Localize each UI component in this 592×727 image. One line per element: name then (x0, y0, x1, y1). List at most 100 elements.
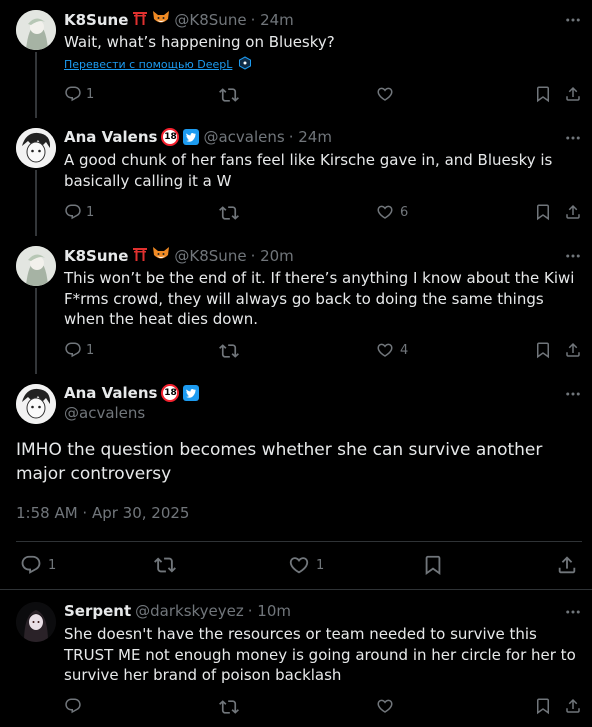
repost-button[interactable] (219, 203, 239, 227)
author-name[interactable]: Serpent (64, 602, 131, 620)
more-icon[interactable] (563, 602, 583, 622)
share-icon (564, 697, 582, 715)
share-button[interactable] (564, 697, 582, 719)
post-timestamp[interactable]: 1:58 AM · Apr 30, 2025 (16, 504, 189, 522)
author-name[interactable]: K8Sune (64, 247, 128, 265)
translate-link[interactable]: Перевести с помощью DeepL (64, 58, 232, 71)
like-icon (376, 85, 394, 103)
share-icon (556, 554, 578, 576)
adult-18-badge: 18 (161, 128, 180, 146)
avatar[interactable] (16, 10, 56, 50)
author-handle[interactable]: @acvalens (64, 404, 145, 422)
like-button[interactable] (376, 85, 394, 107)
avatar[interactable] (16, 602, 56, 642)
repost-button[interactable] (154, 554, 176, 580)
bookmark-icon (422, 554, 444, 576)
more-icon[interactable] (563, 384, 583, 404)
post-time[interactable]: · 24m (251, 11, 294, 29)
twitter-bird-icon (183, 385, 200, 401)
reply-button[interactable] (64, 697, 82, 719)
author-name[interactable]: Ana Valens (64, 384, 157, 402)
like-count: 4 (400, 342, 409, 358)
share-icon (564, 85, 582, 103)
author-handle[interactable]: @K8Sune (174, 11, 246, 29)
reply-button[interactable]: 1 (64, 85, 94, 103)
action-bar: 1 4 (64, 341, 582, 361)
like-button[interactable] (376, 697, 394, 719)
share-button[interactable] (564, 203, 582, 225)
share-button[interactable] (564, 85, 582, 107)
share-button[interactable] (556, 554, 578, 580)
like-button[interactable]: 6 (376, 203, 408, 221)
bookmark-button[interactable] (534, 203, 552, 225)
reply-button[interactable]: 1 (64, 203, 94, 221)
reply-count: 1 (86, 204, 95, 220)
author-handle[interactable]: @darkskyeyez (135, 602, 244, 620)
bookmark-button[interactable] (534, 697, 552, 719)
post-text: She doesn't have the resources or team n… (64, 625, 576, 684)
bookmark-icon (534, 697, 552, 715)
avatar[interactable] (16, 128, 56, 168)
bookmark-icon (534, 85, 552, 103)
post-time[interactable]: · 24m (289, 128, 332, 146)
author-name[interactable]: K8Sune (64, 11, 128, 29)
author-handle[interactable]: @acvalens (203, 128, 284, 146)
repost-button[interactable] (219, 85, 239, 109)
fox-face-icon (152, 246, 170, 266)
main-post-header: Ana Valens 18 (64, 384, 200, 402)
more-icon[interactable] (563, 128, 583, 148)
repost-icon (219, 203, 239, 223)
more-icon[interactable] (563, 246, 583, 266)
like-button[interactable]: 1 (288, 554, 324, 576)
main-post-text: IMHO the question becomes whether she ca… (16, 440, 543, 484)
repost-icon (219, 697, 239, 717)
repost-icon (154, 554, 176, 576)
author-name[interactable]: Ana Valens (64, 128, 157, 146)
torii-gate-icon (132, 10, 148, 30)
like-count: 1 (316, 557, 325, 573)
share-icon (564, 203, 582, 221)
thread-line (35, 288, 37, 374)
bookmark-button[interactable] (422, 554, 444, 580)
avatar[interactable] (16, 246, 56, 286)
avatar[interactable] (16, 384, 56, 424)
reply-icon (64, 203, 82, 221)
reply-header: K8Sune @K8Sune · 20m (64, 246, 294, 266)
translate-row[interactable]: Перевести с помощью DeepL (64, 55, 252, 74)
like-count: 6 (400, 204, 409, 220)
main-action-bar: 1 1 (16, 554, 582, 578)
repost-button[interactable] (219, 697, 239, 721)
torii-gate-icon (132, 246, 148, 266)
more-icon[interactable] (563, 10, 583, 30)
like-icon (376, 697, 394, 715)
reply-header: Serpent @darkskyeyez · 10m (64, 602, 291, 620)
action-bar (64, 697, 582, 717)
reply-icon (20, 554, 42, 576)
post-time[interactable]: · 10m (248, 602, 291, 620)
bookmark-button[interactable] (534, 341, 552, 363)
like-button[interactable]: 4 (376, 341, 408, 359)
reply-count: 1 (86, 86, 95, 102)
reply-icon (64, 697, 82, 715)
like-icon (376, 203, 394, 221)
adult-18-badge: 18 (161, 384, 180, 402)
author-handle[interactable]: @K8Sune (174, 247, 246, 265)
reply-button[interactable]: 1 (20, 554, 56, 576)
reply-count: 1 (48, 557, 57, 573)
thread-line (35, 52, 37, 118)
bookmark-button[interactable] (534, 85, 552, 107)
divider (0, 589, 592, 590)
repost-icon (219, 341, 239, 361)
reply-button[interactable]: 1 (64, 341, 94, 359)
post-text: Wait, what’s happening on Bluesky? (64, 33, 335, 51)
bookmark-icon (534, 203, 552, 221)
share-button[interactable] (564, 341, 582, 363)
repost-button[interactable] (219, 341, 239, 365)
reply-header: Ana Valens 18 @acvalens · 24m (64, 128, 332, 146)
twitter-bird-icon (183, 129, 200, 145)
action-bar: 1 (64, 85, 582, 105)
bookmark-icon (534, 341, 552, 359)
post-time[interactable]: · 20m (251, 247, 294, 265)
reply-icon (64, 85, 82, 103)
reply-icon (64, 341, 82, 359)
